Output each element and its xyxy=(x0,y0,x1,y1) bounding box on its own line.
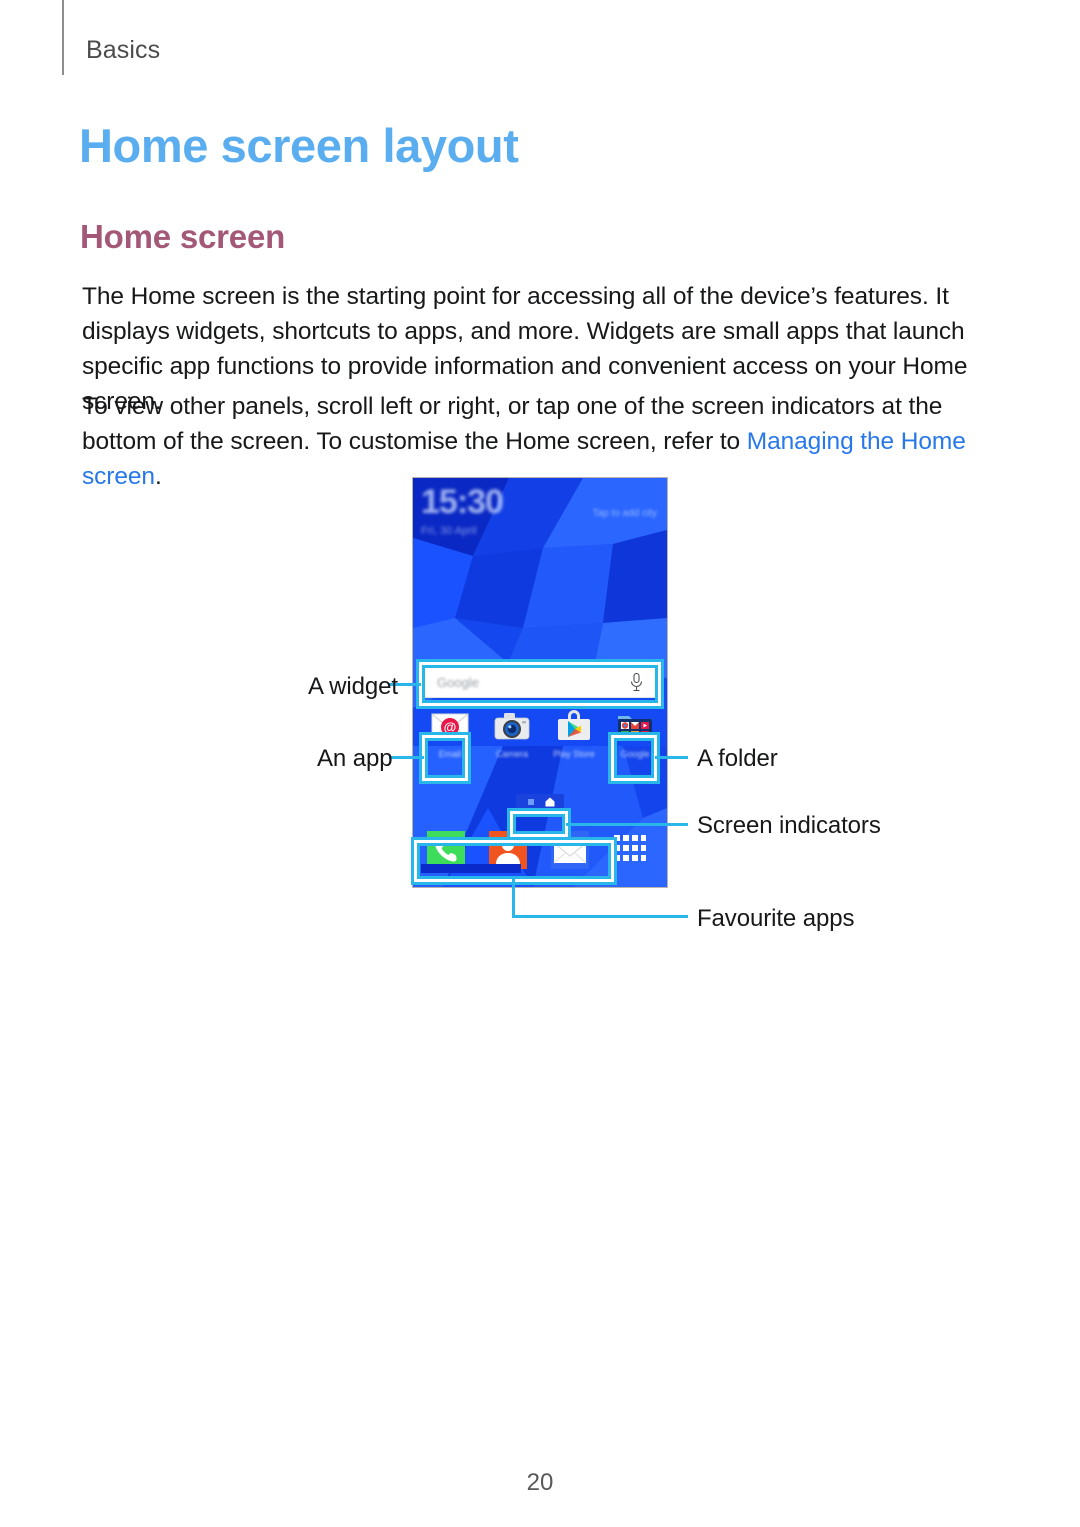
app-item-play-store[interactable]: Play Store xyxy=(545,708,603,759)
page-number: 20 xyxy=(526,1469,554,1496)
callout-label-folder: A folder xyxy=(697,745,778,772)
highlight-app xyxy=(419,732,471,784)
panel-dot-icon[interactable] xyxy=(528,799,534,805)
clock-time: 15:30 xyxy=(421,483,504,521)
section-title: Home screen xyxy=(80,218,286,255)
page-title: Home screen layout xyxy=(79,119,519,172)
camera-icon[interactable] xyxy=(493,708,531,746)
clock-widget[interactable]: 15:30 Fri, 30 April xyxy=(421,484,519,542)
screen-indicators[interactable] xyxy=(516,794,564,810)
callout-label-indicators: Screen indicators xyxy=(697,812,881,839)
play-store-icon[interactable] xyxy=(555,708,593,746)
highlight-indicators xyxy=(507,808,571,840)
leader-line-indicators xyxy=(566,823,688,826)
paragraph-2-text-after: . xyxy=(154,463,162,490)
breadcrumb: Basics xyxy=(86,36,161,64)
apps-grid-icon[interactable] xyxy=(613,834,647,864)
callout-label-app: An app xyxy=(317,745,393,772)
app-item-camera[interactable]: Camera xyxy=(483,708,541,759)
leader-line-app xyxy=(389,756,424,759)
highlight-favourites xyxy=(411,837,617,885)
weather-hint[interactable]: Tap to add city xyxy=(593,508,657,519)
highlight-widget xyxy=(416,659,664,709)
leader-line-folder xyxy=(655,756,688,759)
callout-label-favourites: Favourite apps xyxy=(697,905,855,932)
home-panel-icon[interactable] xyxy=(545,797,555,807)
app-label: Play Store xyxy=(553,749,595,759)
app-label: Camera xyxy=(495,749,528,759)
svg-text:@: @ xyxy=(444,720,457,735)
callout-label-widget: A widget xyxy=(308,673,398,700)
leader-line-favourites-vertical xyxy=(512,879,515,918)
clock-date: Fri, 30 April xyxy=(421,525,477,537)
highlight-folder xyxy=(608,732,660,784)
leader-line-favourites-horizontal xyxy=(512,915,688,918)
header-rule xyxy=(62,0,64,75)
